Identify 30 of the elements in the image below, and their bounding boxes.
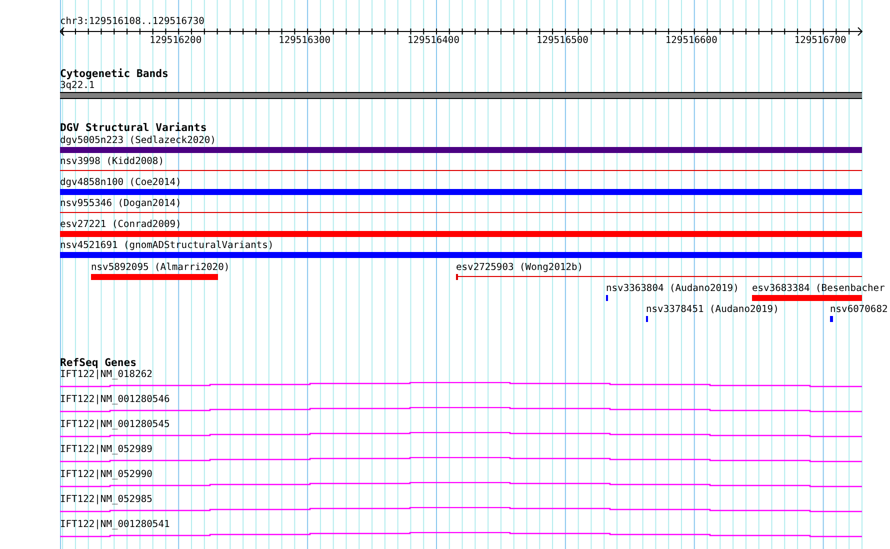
variant-label: esv2725903 (Wong2012b) <box>456 262 584 273</box>
variant-label: nsv6070682 <box>830 304 888 315</box>
track-title: RefSeq Genes <box>59 357 138 369</box>
track-title: Cytogenetic Bands <box>59 68 170 80</box>
variant-label: dgv5005n223 (Sedlazeck2020) <box>60 135 216 146</box>
coordinate-label: 129516600 <box>665 35 718 46</box>
transcript-label: IFT122|NM_052985 <box>59 494 154 505</box>
band-label: 3q22.1 <box>59 80 96 91</box>
transcript-label: IFT122|NM_052990 <box>59 469 154 480</box>
variant-label: esv3683384 (Besenbacher <box>752 283 885 294</box>
coordinate-label: 129516400 <box>408 35 460 46</box>
variant-label: nsv3378451 (Audano2019) <box>646 304 779 315</box>
variant-label: esv27221 (Conrad2009) <box>60 219 182 230</box>
coordinate-label: 129516200 <box>150 35 202 46</box>
transcript-label: IFT122|NM_001280545 <box>59 419 171 430</box>
variant-label: nsv4521691 (gnomADStructuralVariants) <box>60 240 274 251</box>
variant-label: nsv3998 (Kidd2008) <box>60 156 164 167</box>
transcript-label: IFT122|NM_018262 <box>59 369 154 380</box>
transcript-label: IFT122|NM_052989 <box>59 444 154 455</box>
coordinate-label: 129516500 <box>536 35 588 46</box>
variant-label: dgv4858n100 (Coe2014) <box>60 177 182 188</box>
track-title: DGV Structural Variants <box>59 122 208 134</box>
variant-label: nsv3363804 (Audano2019) <box>606 283 739 294</box>
transcript-label: IFT122|NM_001280546 <box>59 394 171 405</box>
range-label: chr3:129516108..129516730 <box>60 16 204 27</box>
variant-label: nsv955346 (Dogan2014) <box>60 198 182 209</box>
coordinate-label: 129516300 <box>278 35 331 46</box>
coordinate-label: 129516700 <box>794 35 846 46</box>
transcript-label: IFT122|NM_001280541 <box>59 519 171 530</box>
variant-label: nsv5892095 (Almarri2020) <box>91 262 230 273</box>
